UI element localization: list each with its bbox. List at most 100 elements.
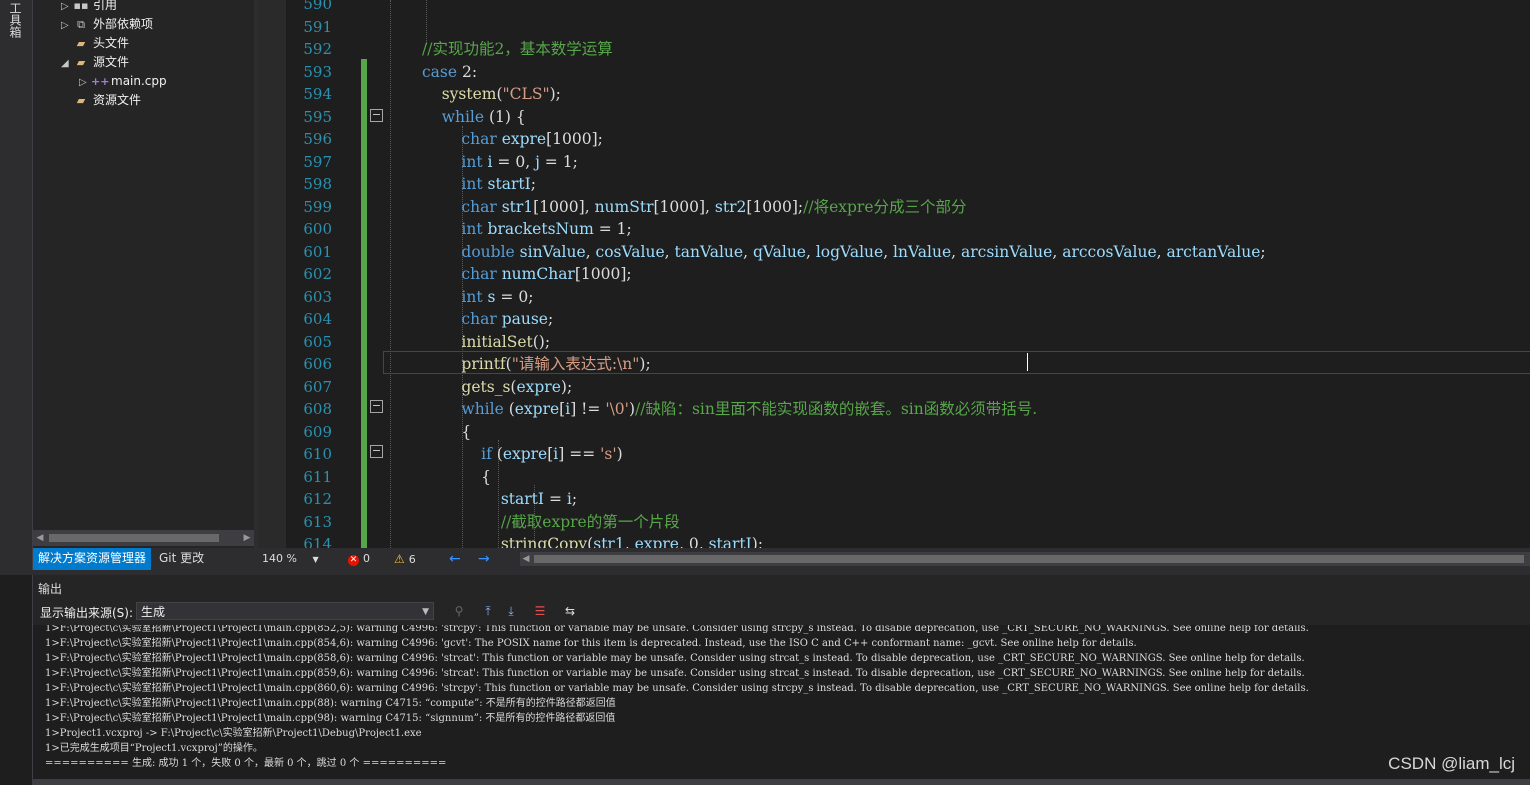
output-line: 1>F:\Project\c\实验室招新\Project1\Project1\m… [45, 653, 1305, 664]
tree-item-main-cpp[interactable]: ▷ ++ main.cpp [79, 72, 167, 91]
code-line[interactable]: 605 initialSet(); [286, 331, 1530, 353]
editor-horizontal-scrollbar[interactable]: ◀ [520, 552, 1530, 566]
scrollbar-thumb[interactable] [534, 555, 1524, 563]
output-line: 1>Project1.vcxproj -> F:\Project\c\实验室招新… [45, 728, 422, 739]
toolbox-tab[interactable]: 工具箱 [6, 2, 24, 38]
navigate-back-icon[interactable]: ← [449, 548, 461, 570]
scrollbar-thumb[interactable] [49, 534, 219, 542]
output-toolbar: 显示输出来源(S): 生成 ▼ ⚲ ⤒ ⤓ ☰ ⇆ [33, 599, 1530, 624]
solution-horizontal-scrollbar[interactable]: ◀ ▶ [33, 530, 254, 546]
code-line[interactable]: 593 case 2: [286, 61, 1530, 83]
line-number: 595 [303, 107, 332, 126]
code-line[interactable]: 603 int s = 0; [286, 286, 1530, 308]
navigate-forward-icon[interactable]: → [478, 548, 490, 570]
code-text: case 2: [422, 62, 478, 81]
line-number: 597 [303, 152, 332, 171]
tree-item-external-deps[interactable]: ▷ ⧉ 外部依赖项 [61, 15, 153, 34]
expand-arrow-icon[interactable]: ▷ [79, 73, 91, 92]
line-number: 600 [303, 220, 332, 238]
code-text: int i = 0, j = 1; [461, 152, 578, 171]
code-line[interactable]: 604 char pause; [286, 308, 1530, 330]
cpp-file-icon: ++ [91, 75, 110, 88]
tree-item-resource-files[interactable]: ▰ 资源文件 [61, 91, 141, 110]
output-horizontal-scrollbar[interactable] [32, 779, 1530, 785]
expand-arrow-icon[interactable]: ▷ [61, 0, 73, 16]
output-panel: 输出 显示输出来源(S): 生成 ▼ ⚲ ⤒ ⤓ ☰ ⇆ 1>F:\Projec… [32, 575, 1530, 785]
find-message-icon[interactable]: ⚲ [451, 603, 467, 619]
code-text: //截取expre的第一个片段 [500, 512, 680, 531]
tree-item-references[interactable]: ▷ ▪▪ 引用 [61, 0, 117, 15]
code-line[interactable]: 606 printf("请输入表达式:\n"); [286, 353, 1530, 375]
editor-status-bar: 140 % ▼ ✕ 0 ⚠ 6 ← → ◀ [258, 548, 1530, 570]
solution-panel-tabs: 解决方案资源管理器 Git 更改 [33, 548, 254, 570]
code-line[interactable]: 611 { [286, 466, 1530, 488]
code-line[interactable]: 597 int i = 0, j = 1; [286, 151, 1530, 173]
code-text: stringCopy(str1, expre, 0, startI); [500, 535, 764, 548]
line-number: 605 [303, 332, 332, 351]
output-line: 1>F:\Project\c\实验室招新\Project1\Project1\m… [45, 625, 1309, 634]
output-line: 1>F:\Project\c\实验室招新\Project1\Project1\m… [45, 683, 1309, 694]
scroll-left-icon[interactable]: ◀ [33, 530, 47, 546]
code-text: gets_s(expre); [461, 377, 573, 396]
code-text: { [422, 422, 472, 441]
word-wrap-icon[interactable]: ⇆ [562, 603, 578, 619]
output-line: ========== 生成: 成功 1 个，失败 0 个，最新 0 个，跳过 0… [45, 758, 447, 769]
line-number: 612 [303, 490, 332, 508]
prev-message-icon[interactable]: ⤒ [480, 603, 496, 619]
code-text: printf("请输入表达式:\n"); [461, 355, 651, 373]
output-line: 1>已完成生成项目“Project1.vcxproj”的操作。 [45, 743, 263, 754]
line-number: 606 [303, 355, 332, 373]
collapse-arrow-icon[interactable]: ◢ [61, 54, 73, 73]
code-line[interactable]: 592 //实现功能2，基本数学运算 [286, 38, 1530, 60]
tab-solution-explorer[interactable]: 解决方案资源管理器 [33, 548, 152, 570]
code-text: char numChar[1000]; [461, 265, 632, 283]
line-number: 592 [303, 40, 332, 58]
folder-filter-icon: ▰ [76, 94, 86, 107]
code-text: char str1[1000], numStr[1000], str2[1000… [461, 197, 967, 216]
code-text: int startI; [461, 175, 536, 193]
tab-git-changes[interactable]: Git 更改 [154, 548, 209, 570]
scroll-right-icon[interactable]: ▶ [240, 530, 254, 546]
code-text: startI = i; [500, 490, 578, 508]
code-line[interactable]: 609 { [286, 421, 1530, 443]
zoom-selector[interactable]: 140 % ▼ [262, 548, 322, 570]
code-line[interactable]: 610 if (expre[i] == 's') [286, 443, 1530, 465]
line-number: 608 [303, 400, 332, 418]
code-line[interactable]: 607 gets_s(expre); [286, 376, 1530, 398]
code-editor[interactable]: − − − 590 591 592//实现功能2，基本数学运算 593 case 2: 5… [286, 0, 1530, 548]
output-title: 输出 [38, 582, 63, 596]
code-text: system("CLS"); [441, 85, 561, 103]
tree-item-header-files[interactable]: ▰ 头文件 [61, 34, 129, 53]
code-text: if (expre[i] == 's') [481, 445, 623, 463]
references-icon: ▪▪ [73, 0, 89, 12]
output-text[interactable]: 1>F:\Project\c\实验室招新\Project1\Project1\m… [33, 625, 1530, 785]
line-number: 593 [303, 62, 332, 81]
code-text: while (expre[i] != '\0')//缺陷：sin里面不能实现函数… [461, 400, 1038, 418]
line-number: 598 [303, 175, 332, 193]
code-line[interactable]: 595 while (1) { [286, 106, 1530, 128]
code-line[interactable]: 612 startI = i; [286, 488, 1530, 510]
next-message-icon[interactable]: ⤓ [503, 603, 519, 619]
code-line[interactable]: 614 stringCopy(str1, expre, 0, startI); [286, 533, 1530, 548]
code-line[interactable]: 601 double sinValue, cosValue, tanValue,… [286, 241, 1530, 263]
clear-all-icon[interactable]: ☰ [532, 603, 548, 619]
warning-count[interactable]: ⚠ 6 [394, 548, 416, 570]
code-line[interactable]: 599 char str1[1000], numStr[1000], str2[… [286, 196, 1530, 218]
code-line[interactable]: 590 [286, 0, 1530, 15]
code-text: int s = 0; [461, 287, 534, 306]
tree-item-source-files[interactable]: ◢ ▰ 源文件 [61, 53, 129, 72]
code-line[interactable]: 591 [286, 16, 1530, 38]
code-line[interactable]: 602 char numChar[1000]; [286, 263, 1530, 285]
code-line[interactable]: 608 while (expre[i] != '\0')//缺陷：sin里面不能… [286, 398, 1530, 420]
code-line[interactable]: 594 system("CLS"); [286, 83, 1530, 105]
code-line[interactable]: 596 char expre[1000]; [286, 128, 1530, 150]
error-count[interactable]: ✕ 0 [348, 548, 370, 570]
warning-icon: ⚠ [394, 552, 405, 566]
output-source-select[interactable]: 生成 ▼ [136, 602, 434, 620]
expand-arrow-icon[interactable]: ▷ [61, 16, 73, 35]
scroll-left-icon[interactable]: ◀ [520, 552, 532, 566]
code-line[interactable]: 598 int startI; [286, 173, 1530, 195]
code-line[interactable]: 613 //截取expre的第一个片段 [286, 511, 1530, 533]
line-number: 591 [303, 17, 332, 36]
code-line[interactable]: 600 int bracketsNum = 1; [286, 218, 1530, 240]
